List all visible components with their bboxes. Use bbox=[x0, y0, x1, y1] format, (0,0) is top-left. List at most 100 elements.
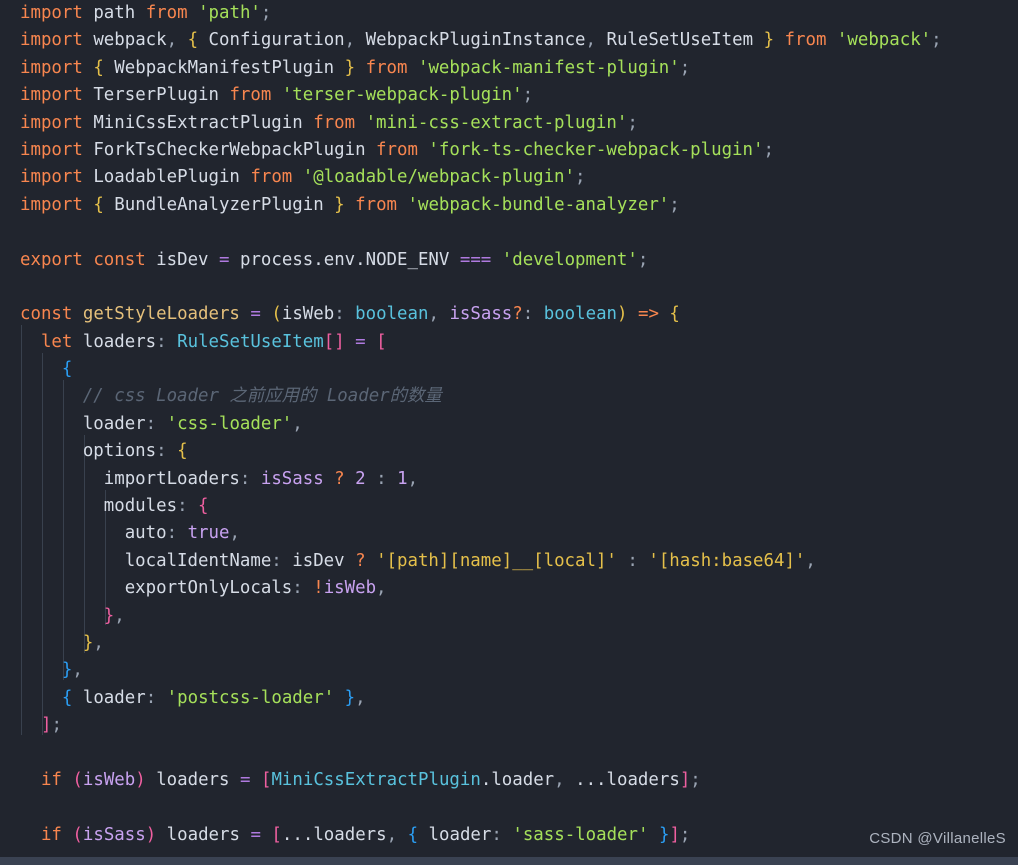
token-keyword-from: from bbox=[376, 139, 418, 160]
code-line-26: { loader: 'postcss-loader' }, bbox=[0, 685, 1018, 712]
token-colon: : bbox=[145, 413, 157, 434]
token-keyword-from: from bbox=[365, 57, 408, 78]
token-ternary-colon: : bbox=[627, 550, 638, 571]
token-semicolon: ; bbox=[679, 824, 691, 845]
code-line-18: importLoaders: isSass ? 2 : 1, bbox=[0, 466, 1018, 493]
code-line-3: import { WebpackManifestPlugin } from 'w… bbox=[0, 55, 1018, 82]
token-string-path: 'path' bbox=[198, 3, 261, 23]
token-semicolon: ; bbox=[763, 139, 774, 160]
code-line-19: modules: { bbox=[0, 493, 1018, 520]
token-ternary-question: ? bbox=[355, 550, 366, 571]
token-optional-marker: ? bbox=[512, 304, 523, 325]
token-comment-css-loader: // css Loader 之前应用的 Loader的数量 bbox=[82, 386, 442, 407]
code-line-11-blank bbox=[0, 274, 1018, 301]
token-key-loader: loader bbox=[428, 824, 492, 845]
token-strict-equals: === bbox=[459, 249, 492, 270]
token-keyword-import: import bbox=[20, 85, 83, 106]
token-string-loadable-webpack-plugin: '@loadable/webpack-plugin' bbox=[302, 167, 575, 188]
token-string-mini-css-extract-plugin: 'mini-css-extract-plugin' bbox=[365, 112, 628, 133]
token-string-sass-loader: 'sass-loader' bbox=[512, 824, 649, 845]
token-comma: , bbox=[585, 30, 596, 51]
token-string-webpack-manifest-plugin: 'webpack-manifest-plugin' bbox=[417, 57, 680, 78]
code-lines[interactable]: import path from 'path'; import webpack,… bbox=[0, 0, 1018, 849]
token-brace-open: { bbox=[93, 194, 104, 215]
token-keyword-from: from bbox=[229, 85, 272, 106]
token-semicolon: ; bbox=[637, 249, 649, 270]
token-keyword-from: from bbox=[784, 30, 827, 51]
token-bracket-open: [ bbox=[260, 769, 272, 790]
token-ternary-question: ? bbox=[334, 468, 345, 489]
token-number-2: 2 bbox=[355, 468, 366, 489]
token-semicolon: ; bbox=[627, 112, 638, 133]
token-colon: : bbox=[522, 304, 534, 325]
token-keyword-if: if bbox=[40, 769, 62, 790]
token-brace-open: { bbox=[61, 359, 73, 380]
token-expr-process-env: process.env.NODE_ENV bbox=[239, 249, 450, 270]
token-comma: , bbox=[554, 769, 565, 790]
token-string-css-loader: 'css-loader' bbox=[166, 413, 293, 434]
token-brace-close: } bbox=[658, 824, 670, 845]
csdn-watermark: CSDN @VillanelleS bbox=[869, 830, 1006, 847]
code-line-27: ]; bbox=[0, 712, 1018, 739]
code-line-7: import LoadablePlugin from '@loadable/we… bbox=[0, 164, 1018, 191]
token-var-loaders: loaders bbox=[82, 331, 157, 352]
token-colon: : bbox=[292, 578, 303, 599]
token-colon: : bbox=[239, 468, 251, 489]
token-keyword-import: import bbox=[20, 167, 83, 188]
token-keyword-from: from bbox=[250, 167, 293, 188]
token-bracket-close: ] bbox=[40, 715, 52, 736]
token-arrow: => bbox=[637, 304, 659, 325]
code-line-17: options: { bbox=[0, 438, 1018, 465]
token-colon: : bbox=[145, 687, 157, 708]
token-ternary-colon: : bbox=[376, 468, 387, 489]
token-semicolon: ; bbox=[690, 769, 701, 790]
token-named-rulesetuseitem: RuleSetUseItem bbox=[606, 30, 754, 51]
token-brace-close: } bbox=[334, 194, 345, 215]
token-number-1: 1 bbox=[397, 468, 408, 489]
token-key-loader: loader bbox=[82, 413, 146, 434]
token-comma: , bbox=[428, 304, 439, 325]
token-boolean-true: true bbox=[187, 523, 230, 544]
token-keyword-export: export bbox=[20, 249, 83, 270]
token-var-isweb: isWeb bbox=[323, 578, 377, 599]
code-line-30-blank bbox=[0, 794, 1018, 821]
token-key-auto: auto bbox=[124, 523, 167, 544]
token-named-webpackplugininstance: WebpackPluginInstance bbox=[365, 30, 586, 51]
code-line-25: }, bbox=[0, 657, 1018, 684]
token-bracket-open: [ bbox=[271, 824, 282, 845]
code-line-22: exportOnlyLocals: !isWeb, bbox=[0, 575, 1018, 602]
code-line-31: if (isSass) loaders = [...loaders, { loa… bbox=[0, 822, 1018, 849]
token-colon: : bbox=[156, 331, 167, 352]
code-line-4: import TerserPlugin from 'terser-webpack… bbox=[0, 82, 1018, 109]
token-var-issass: isSass bbox=[260, 468, 324, 489]
token-prop-loader: .loader bbox=[480, 769, 555, 790]
token-var-loaders: loaders bbox=[156, 769, 230, 790]
token-comma: , bbox=[229, 523, 240, 544]
token-spread-loaders: ...loaders bbox=[575, 769, 680, 790]
token-default-forktscheckerwebpackplugin: ForkTsCheckerWebpackPlugin bbox=[93, 139, 366, 160]
code-line-29: if (isWeb) loaders = [MiniCssExtractPlug… bbox=[0, 767, 1018, 794]
token-key-exportonlylocals: exportOnlyLocals bbox=[124, 578, 293, 599]
token-keyword-import: import bbox=[20, 112, 83, 133]
token-keyword-const: const bbox=[93, 249, 146, 270]
token-semicolon: ; bbox=[679, 57, 691, 78]
token-colon: : bbox=[177, 496, 188, 517]
token-comma: , bbox=[166, 30, 178, 51]
token-semicolon: ; bbox=[575, 167, 586, 188]
token-type-boolean: boolean bbox=[543, 304, 618, 325]
token-brace-open: { bbox=[61, 687, 73, 708]
code-line-24: }, bbox=[0, 630, 1018, 657]
token-var-issass: isSass bbox=[82, 824, 146, 845]
token-default-minicssextractplugin: MiniCssExtractPlugin bbox=[93, 112, 303, 133]
token-keyword-import: import bbox=[20, 30, 83, 51]
code-line-14: { bbox=[0, 356, 1018, 383]
token-bracket-close: ] bbox=[679, 769, 691, 790]
token-array-type-brackets: [] bbox=[323, 331, 345, 352]
token-type-rulesetuseitem: RuleSetUseItem bbox=[177, 331, 324, 352]
token-paren-open: ( bbox=[72, 769, 83, 790]
token-string-fork-ts-checker: 'fork-ts-checker-webpack-plugin' bbox=[428, 139, 764, 160]
token-semicolon: ; bbox=[669, 194, 680, 215]
code-line-2: import webpack, { Configuration, Webpack… bbox=[0, 27, 1018, 54]
token-keyword-if: if bbox=[40, 824, 62, 845]
token-string-postcss-loader: 'postcss-loader' bbox=[166, 687, 335, 708]
